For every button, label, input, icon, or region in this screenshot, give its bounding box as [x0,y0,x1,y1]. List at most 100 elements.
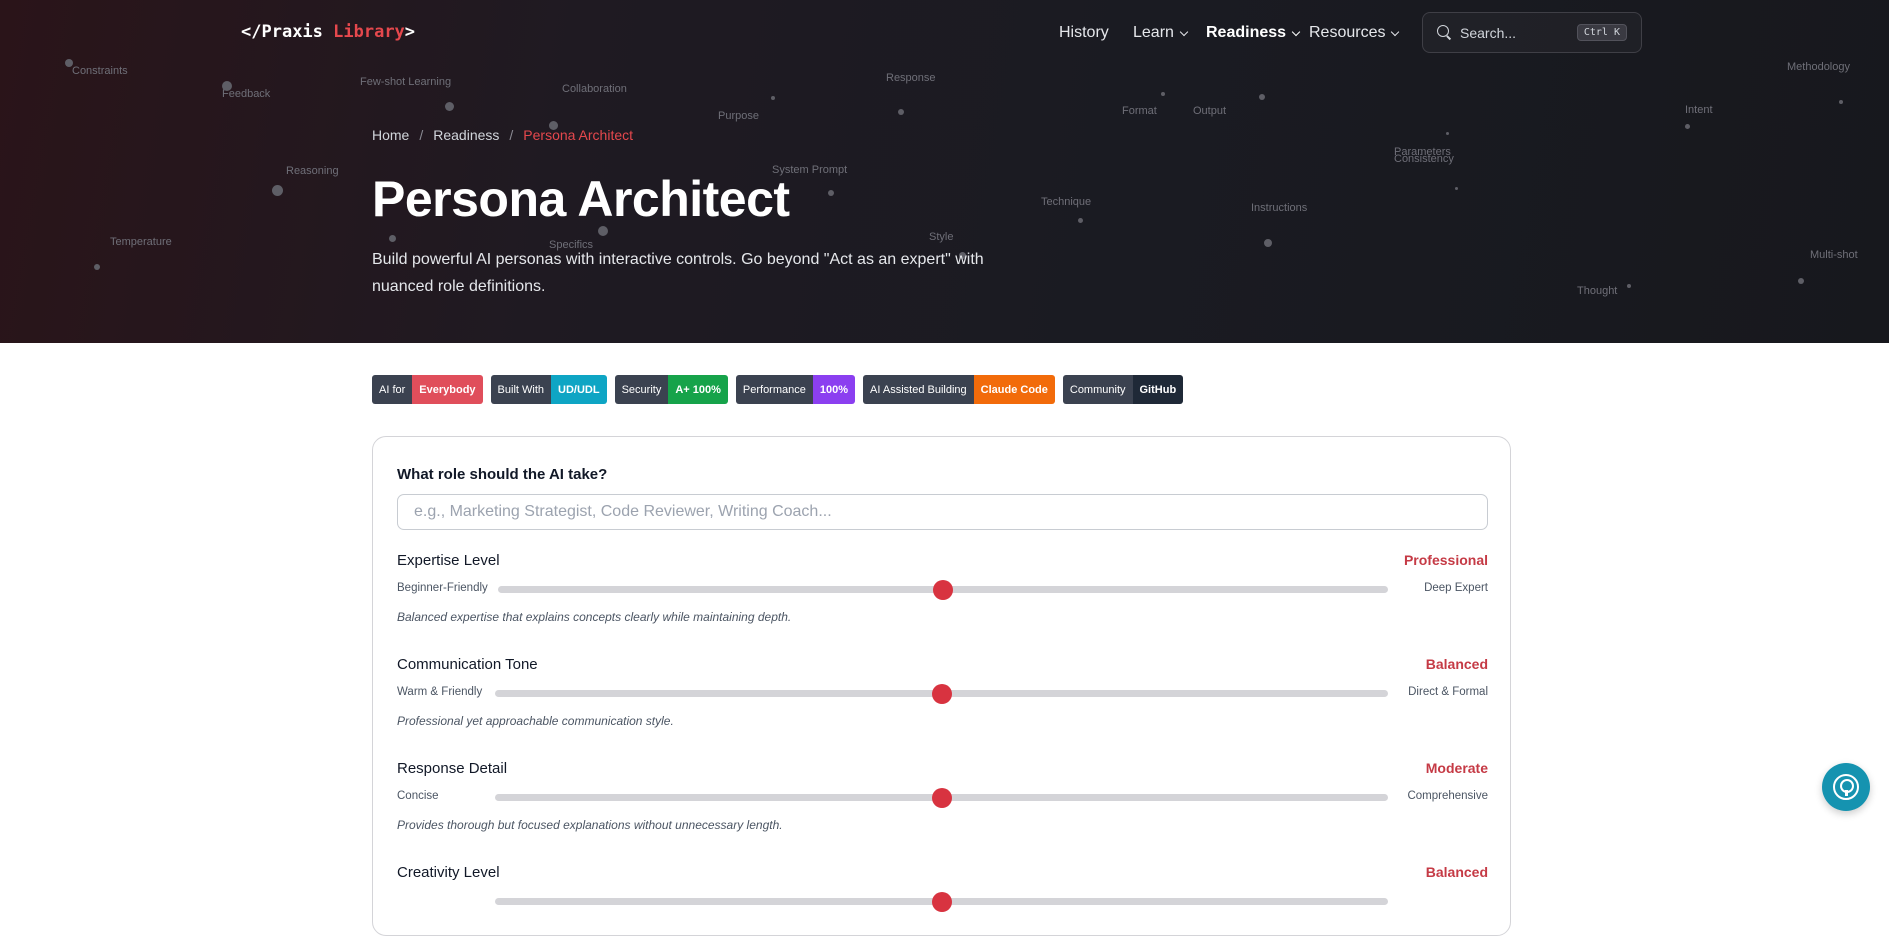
badge-value: Claude Code [973,375,1055,404]
slider-thumb[interactable] [933,580,953,600]
background-node-dot [222,81,232,91]
slider-value-label: Professional [1403,552,1488,568]
accessibility-help-button[interactable] [1822,763,1870,811]
background-word: Multi-shot [1810,249,1858,261]
badge-label: AI Assisted Building [863,375,974,404]
slider-title: Creativity Level [397,864,500,881]
slider-description: Professional yet approachable communicat… [397,714,674,728]
slider-title: Expertise Level [397,552,500,569]
nav-readiness[interactable]: Readiness [1206,24,1301,42]
breadcrumb-separator: / [419,127,424,143]
nav-learn[interactable]: Learn [1133,24,1189,42]
background-node-dot [1798,278,1804,284]
slider-max-label: Direct & Formal [1408,686,1488,698]
background-word: Format [1122,105,1157,117]
background-word: Response [886,72,936,84]
slider-value-label: Balanced [1425,656,1488,672]
background-node-dot [771,96,775,100]
breadcrumb-current: Persona Architect [523,127,634,143]
page-title: Persona Architect [372,171,790,227]
status-badge[interactable]: AI for Everybody [372,375,483,404]
accessibility-icon [1833,774,1859,800]
background-node-dot [94,264,100,270]
background-word: Technique [1041,196,1092,208]
persona-builder-card: What role should the AI take? Expertise … [372,436,1511,936]
slider-description: Provides thorough but focused explanatio… [397,818,783,832]
search-icon [1437,25,1452,40]
background-word: Instructions [1251,202,1308,214]
slider-thumb[interactable] [931,684,952,704]
background-word: Reasoning [286,165,339,177]
background-word: Style [929,231,954,243]
chevron-down-icon [1391,27,1400,36]
slider-track[interactable] [495,684,1388,704]
status-badge[interactable]: Security A+ 100% [614,375,728,404]
slider-value-label: Balanced [1425,864,1488,880]
logo-suffix: > [404,22,416,42]
slider-track[interactable] [495,788,1388,808]
badge-label: Community [1062,375,1133,404]
logo-accent: Library [333,22,405,42]
background-node-dot [1078,218,1083,223]
background-node-dot [1685,124,1690,129]
search-shortcut-hint: Ctrl K [1576,24,1627,41]
chevron-down-icon [1179,27,1189,36]
badge-label: Security [614,375,669,404]
badge-label: Performance [735,375,813,404]
background-node-dot [1259,94,1265,100]
status-badge[interactable]: Built With UD/UDL [490,375,607,404]
search-placeholder: Search... [1460,24,1517,41]
page-subtitle: Build powerful AI personas with interact… [372,251,984,295]
badge-value: 100% [812,375,856,404]
status-badge[interactable]: Performance 100% [735,375,856,404]
site-logo[interactable]: </Praxis Library> [241,22,415,42]
chevron-down-icon [1291,27,1301,36]
hero-banner: Constraints Feedback Few-shot Learning Coll… [0,0,1889,343]
background-word: Methodology [1787,61,1850,73]
background-node-dot [898,109,904,115]
slider-track[interactable] [498,580,1388,600]
slider-max-label: Comprehensive [1407,790,1488,802]
background-node-dot [1161,92,1165,96]
background-node-dot [272,185,283,196]
badge-label: AI for [372,375,413,404]
slider-min-label: Warm & Friendly [397,686,483,698]
breadcrumb-readiness[interactable]: Readiness [433,127,499,143]
nav-readiness-label: Readiness [1206,24,1287,41]
background-node-dot [1627,284,1631,288]
background-word: Temperature [110,236,172,248]
badge-value: GitHub [1132,375,1184,404]
nav-history[interactable]: History [1059,24,1109,42]
nav-resources[interactable]: Resources [1309,24,1400,42]
background-node-dot [65,59,73,67]
breadcrumb-separator: / [509,127,514,143]
status-badge[interactable]: AI Assisted Building Claude Code [863,375,1055,404]
nav-history-label: History [1059,24,1109,41]
slider-value-label: Moderate [1425,760,1488,776]
role-label: What role should the AI take? [397,466,608,483]
background-word: Few-shot Learning [360,76,452,88]
nav-resources-label: Resources [1309,24,1386,41]
slider-description: Balanced expertise that explains concept… [397,610,792,624]
background-node-dot [389,235,396,242]
background-word: Consistency [1394,153,1454,165]
nav-learn-label: Learn [1133,24,1174,41]
status-badge[interactable]: Community GitHub [1062,375,1184,404]
background-node-dot [1839,100,1843,104]
logo-main: Praxis [261,22,334,42]
background-word: Thought [1577,285,1618,297]
background-word: Purpose [718,110,759,122]
badge-label: Built With [490,375,552,404]
background-node-dot [1264,239,1272,247]
breadcrumb: Home / Readiness / Persona Architect [372,127,633,143]
breadcrumb-home[interactable]: Home [372,127,409,143]
badge-value: A+ 100% [668,375,728,404]
background-node-dot [1455,187,1458,190]
slider-max-label: Deep Expert [1424,582,1488,594]
search-box[interactable]: Search... Ctrl K [1422,12,1642,53]
slider-title: Response Detail [397,760,508,777]
role-input[interactable] [397,494,1488,530]
slider-thumb[interactable] [931,788,952,808]
background-node-dot [1446,132,1449,135]
slider-thumb[interactable] [931,892,952,912]
